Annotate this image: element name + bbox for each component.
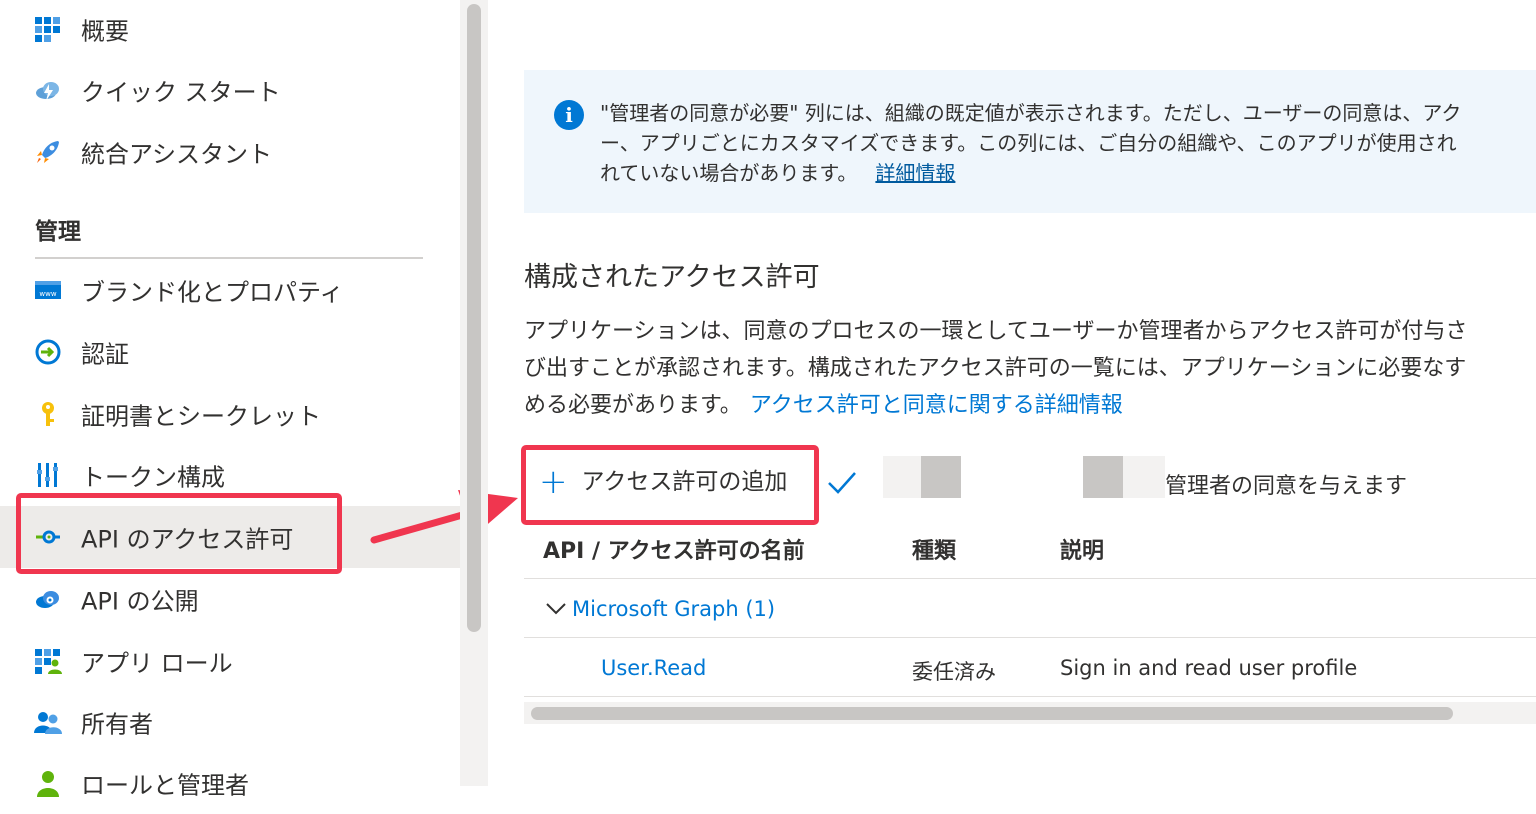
checkmark-icon [828,472,856,494]
sidebar-item-label: 認証 [81,340,129,369]
section-header-manage: 管理 [35,219,81,245]
sidebar-item-label: 概要 [81,17,129,46]
chevron-down-icon[interactable] [545,598,567,620]
table-row: User.Read [601,656,706,680]
sidebar-item-quickstart[interactable]: クイック スタート [0,59,462,121]
divider [524,637,1536,638]
sidebar-item-label: API の公開 [81,587,199,616]
sidebar-item-integration-assistant[interactable]: 統合アシスタント [0,121,462,183]
sidebar-item-label: ブランド化とプロパティ [81,278,344,307]
api-group-microsoft-graph[interactable]: Microsoft Graph (1) [572,597,775,621]
permission-link[interactable]: User.Read [601,656,706,680]
sidebar-item-authentication[interactable]: 認証 [0,321,462,383]
app-roles-icon [35,649,62,674]
sidebar-item-certificates-secrets[interactable]: 証明書とシークレット [0,383,462,445]
grant-admin-consent-button[interactable]: 管理者の同意を与えます [1165,468,1407,500]
rocket-icon [37,141,59,163]
divider [524,578,1536,579]
sidebar-item-app-roles[interactable]: アプリ ロール [0,630,462,692]
key-icon [42,402,54,426]
annotation-highlight-box [16,493,342,574]
info-banner: i "管理者の同意が必要" 列には、組織の既定値が表示されます。ただし、ユーザー… [524,70,1536,213]
description-line: アプリケーションは、同意のプロセスの一環としてユーザーか管理者からアクセス許可が… [524,319,1468,344]
sidebar-item-label: 所有者 [81,710,153,739]
cloud-gear-icon [36,591,59,608]
sidebar-item-roles-admins[interactable]: ロールと管理者 [0,752,462,814]
annotation-highlight-box [521,445,819,525]
cloud-lightning-icon [36,82,59,101]
column-header-type[interactable]: 種類 [912,533,956,565]
sidebar-nav: 概要 クイック スタート 統合アシスタント 管理 www ブランド化とプロパティ [0,0,518,800]
sidebar-item-label: クイック スタート [81,78,281,107]
token-bars-icon [37,463,58,487]
permissions-consent-link[interactable]: アクセス許可と同意に関する詳細情報 [750,393,1123,418]
sidebar-item-expose-api[interactable]: API の公開 [0,568,462,630]
learn-more-link[interactable]: 詳細情報 [875,161,955,185]
description-line: める必要があります。 アクセス許可と同意に関する詳細情報 [524,393,1123,418]
sidebar-item-branding[interactable]: www ブランド化とプロパティ [0,259,462,321]
sidebar-item-label: 証明書とシークレット [81,402,321,431]
overview-grid-icon [35,17,60,42]
user-admin-icon [37,771,59,797]
divider [524,696,1536,697]
sidebar-item-label: トークン構成 [81,463,225,492]
sidebar-item-label: ロールと管理者 [81,771,249,800]
sidebar-item-overview[interactable]: 概要 [0,0,462,60]
column-header-description[interactable]: 説明 [1060,533,1104,565]
page-section-title: 構成されたアクセス許可 [524,262,820,293]
description-line: び出すことが承認されます。構成されたアクセス許可の一覧には、アプリケーションに必… [524,356,1467,381]
sidebar-item-owners[interactable]: 所有者 [0,691,462,753]
sidebar-scrollbar-thumb[interactable] [467,4,481,632]
main-content: i "管理者の同意が必要" 列には、組織の既定値が表示されます。ただし、ユーザー… [489,0,1536,786]
sign-in-arrow-icon [35,339,61,365]
users-icon [34,712,62,734]
info-text-line: "管理者の同意が必要" 列には、組織の既定値が表示されます。ただし、ユーザーの同… [600,101,1462,125]
redacted-block [921,456,961,498]
sidebar-item-label: アプリ ロール [81,649,233,678]
permission-type: 委任済み [912,660,996,684]
svg-text:www: www [39,290,56,298]
column-header-api-permission-name[interactable]: API / アクセス許可の名前 [543,533,805,565]
info-icon: i [554,100,584,130]
redacted-block [1083,456,1123,498]
permission-description: Sign in and read user profile [1060,656,1358,680]
www-window-icon: www [35,281,61,299]
sidebar-item-label: 統合アシスタント [81,140,273,169]
table-scrollbar-thumb[interactable] [531,707,1453,720]
info-text-line: ー、アプリごとにカスタマイズできます。この列には、ご自分の組織や、このアプリが使… [600,131,1457,155]
info-text-line: れていない場合があります。 詳細情報 [600,161,956,185]
